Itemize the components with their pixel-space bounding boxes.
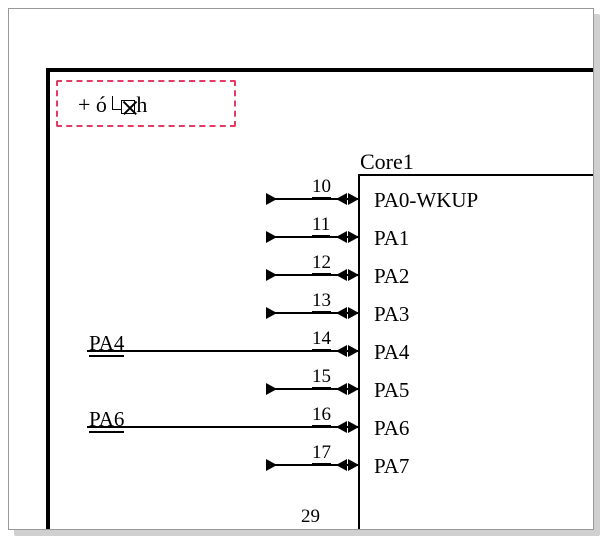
arrow-out-icon <box>336 345 347 357</box>
arrow-out-icon <box>336 307 347 319</box>
schematic-canvas[interactable]: + ó h Core1 10PA0-WKUP11PA112PA213PA314P… <box>9 9 593 529</box>
arrow-tail-icon <box>266 383 277 395</box>
pin-number: 16 <box>312 404 331 427</box>
arrow-in-icon <box>348 193 359 205</box>
pin-number-partial: 29 <box>301 506 320 528</box>
pin-number: 14 <box>312 328 331 351</box>
arrow-tail-icon <box>266 193 277 205</box>
arrow-out-icon <box>336 231 347 243</box>
pin-row: 17PA7 <box>9 452 594 478</box>
pin-number: 15 <box>312 366 331 389</box>
arrow-tail-icon <box>266 231 277 243</box>
pin-name: PA3 <box>374 302 409 327</box>
arrow-tail-icon <box>266 459 277 471</box>
pin-row: 15PA5 <box>9 376 594 402</box>
pin-name: PA4 <box>374 340 409 365</box>
pin-number: 11 <box>312 214 330 237</box>
pin-row: 10PA0-WKUP <box>9 186 594 212</box>
pin-name: PA7 <box>374 454 409 479</box>
arrow-in-icon <box>348 383 359 395</box>
arrow-in-icon <box>348 269 359 281</box>
title-prefix: + ó <box>78 92 112 117</box>
arrow-in-icon <box>348 307 359 319</box>
arrow-out-icon <box>336 383 347 395</box>
pin-number: 13 <box>312 290 331 313</box>
pin-name: PA0-WKUP <box>374 188 478 213</box>
arrow-tail-icon <box>266 307 277 319</box>
net-label-pa6: PA6 <box>89 407 124 433</box>
arrow-out-icon <box>336 269 347 281</box>
ic-reference: Core1 <box>360 149 414 176</box>
title-suffix: h <box>136 92 147 117</box>
arrow-in-icon <box>348 231 359 243</box>
arrow-in-icon <box>348 421 359 433</box>
arrow-in-icon <box>348 345 359 357</box>
pin-row: 13PA3 <box>9 300 594 326</box>
arrow-in-icon <box>348 459 359 471</box>
arrow-out-icon <box>336 421 347 433</box>
missing-glyph-icon <box>121 100 135 114</box>
pin-name: PA2 <box>374 264 409 289</box>
arrow-tail-icon <box>266 269 277 281</box>
pin-name: PA5 <box>374 378 409 403</box>
net-label-pa4: PA4 <box>89 331 124 357</box>
arrow-out-icon <box>336 459 347 471</box>
title-highlight-box: + ó h <box>56 80 236 127</box>
paper: + ó h Core1 10PA0-WKUP11PA112PA213PA314P… <box>8 8 594 530</box>
pin-number: 10 <box>312 176 331 199</box>
pin-name: PA6 <box>374 416 409 441</box>
pin-number: 12 <box>312 252 331 275</box>
pin-row: 12PA2 <box>9 262 594 288</box>
pin-row: 11PA1 <box>9 224 594 250</box>
pin-name: PA1 <box>374 226 409 251</box>
pin-number: 17 <box>312 442 331 465</box>
title-text: + ó h <box>78 92 147 118</box>
arrow-out-icon <box>336 193 347 205</box>
